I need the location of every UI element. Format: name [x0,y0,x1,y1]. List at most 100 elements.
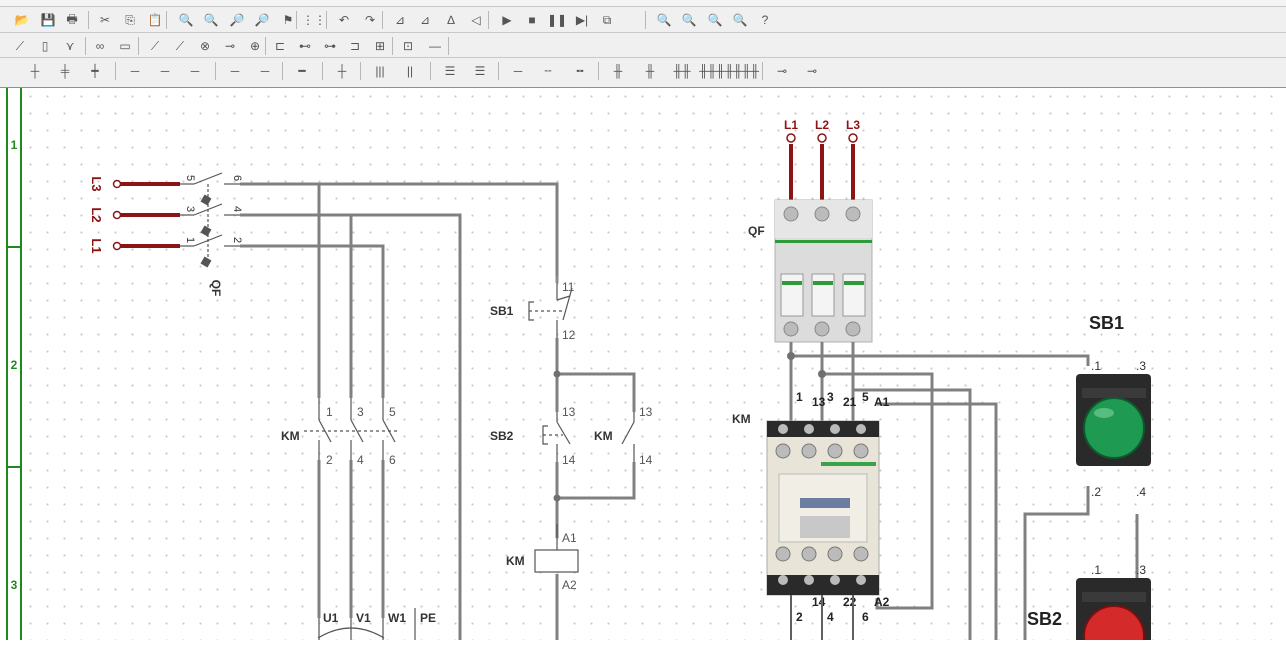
sb1-green-button[interactable] [1076,374,1151,466]
wire-cross-icon[interactable]: ┼ [25,61,45,81]
relay-icon[interactable]: ⊏ [270,36,290,56]
step-icon[interactable]: ▶| [572,10,592,30]
km-term-1: 1 [326,405,333,419]
find-next-icon[interactable]: 🔍 [201,10,221,30]
rotate-icon[interactable]: ◁ [466,10,486,30]
wire-h3-icon[interactable]: ─ [185,61,205,81]
wire-tee-icon[interactable]: ┿ [85,61,105,81]
block-icon[interactable]: ⊞ [370,36,390,56]
wire-h4-icon[interactable]: ─ [225,61,245,81]
schematic-canvas[interactable]: L3 L2 L1 5 3 1 6 4 2 QF KM 1 3 5 2 4 6 S… [22,88,1286,645]
sb2-term-1: .1 [1091,563,1101,577]
km-top-13: 13 [812,395,826,409]
sb1-term-2: .2 [1091,485,1101,499]
contact-icon[interactable]: ⟋ [10,36,30,56]
qf-phase-l1: L1 [89,238,104,253]
stop-icon[interactable]: ■ [522,10,542,30]
multi-contact-icon[interactable]: ╫╫ [672,61,692,81]
switch-icon[interactable]: ⟋ [145,36,165,56]
paste-icon[interactable]: 📋 [145,10,165,30]
wire-h5-icon[interactable]: ─ [255,61,275,81]
km-term-5: 5 [389,405,396,419]
line-icon[interactable]: ─ [508,61,528,81]
wire-h2-icon[interactable]: ─ [155,61,175,81]
component-search-icon[interactable]: ⚑ [278,10,298,30]
toolbar-separator [326,11,327,29]
undo-icon[interactable]: ↶ [334,10,354,30]
bus-branch-icon[interactable]: || [400,61,420,81]
bus-vertical-icon[interactable]: ||| [370,61,390,81]
help-icon[interactable]: ? [755,10,775,30]
lamp-icon[interactable]: ⊗ [195,36,215,56]
vert-contact2-icon[interactable]: ╫ [640,61,660,81]
qf-term-6: 6 [231,175,243,181]
motor-icon[interactable]: ⊕ [245,36,265,56]
print-icon[interactable]: 🖶 [62,10,82,30]
timer-icon[interactable]: ⊷ [295,36,315,56]
vert-contact-icon[interactable]: ╫ [608,61,628,81]
multi-contact4-icon[interactable]: ╫╫╫╫ [725,61,759,81]
wiring-phase-l3: L3 [846,118,860,132]
breaker-icon[interactable]: ⋎ [60,36,80,56]
pause-icon[interactable]: ❚❚ [547,10,567,30]
zoom-fit-icon[interactable]: 🔍 [705,10,725,30]
wiring-qf-label: QF [748,224,765,238]
km-top-1: 1 [796,390,803,404]
qf-term-1: 1 [184,237,196,243]
toolbar-separator [430,62,431,80]
wire-junction-icon[interactable]: ╪ [55,61,75,81]
km-power-label: KM [281,429,300,443]
km-bottom-14: 14 [812,595,826,609]
connector-icon[interactable]: ⊶ [320,36,340,56]
find-net-icon[interactable]: 🔎 [252,10,272,30]
grid-icon[interactable]: ⋮⋮ [302,10,326,30]
wire-icon[interactable]: — [425,36,445,56]
copy-icon[interactable]: ⎘ [120,10,140,30]
toolbar-separator [392,37,393,55]
ruler-row-1: 1 [10,138,18,152]
coil-term-a1: A1 [562,531,577,545]
km-term-3: 3 [357,405,364,419]
toolbar-separator [296,11,297,29]
coil-icon[interactable]: ▭ [115,36,135,56]
plug-icon[interactable]: ⊐ [345,36,365,56]
qf-term-4: 4 [231,206,243,212]
run-icon[interactable]: ▶ [497,10,517,30]
redo-icon[interactable]: ↷ [360,10,380,30]
window-icon[interactable]: ⧉ [597,10,617,30]
toolbar-separator [166,11,167,29]
bus-horizontal-icon[interactable]: ☰ [440,61,460,81]
find-icon[interactable]: 🔍 [176,10,196,30]
fuse-icon[interactable]: ▯ [35,36,55,56]
zoom-in-icon[interactable]: 🔍 [654,10,674,30]
wire-h-icon[interactable]: ─ [125,61,145,81]
transformer-icon[interactable]: ∞ [90,36,110,56]
toolbar-separator [138,37,139,55]
find-component-icon[interactable]: 🔎 [227,10,247,30]
flip-icon[interactable]: ∆ [441,10,461,30]
save-icon[interactable]: 💾 [38,10,58,30]
motor-term-u1: U1 [323,611,339,625]
switch-nc-icon[interactable]: ⟋ [170,36,190,56]
qf-label: QF [209,280,223,297]
sb2-red-button[interactable] [1076,578,1151,645]
line2-icon[interactable]: ╌ [538,61,558,81]
km-term-6: 6 [389,453,396,467]
zoom-area-icon[interactable]: 🔍 [730,10,750,30]
open-file-icon[interactable]: 📂 [12,10,32,30]
wire-node-icon[interactable]: ┼ [332,61,352,81]
multi-contact3-icon[interactable]: ╫╫╫ [699,61,725,81]
line3-icon[interactable]: ╍ [570,61,590,81]
meter-icon[interactable]: ⊡ [398,36,418,56]
wire-thick-icon[interactable]: ━ [292,61,312,81]
cut-icon[interactable]: ✂ [95,10,115,30]
bus-h2-icon[interactable]: ☰ [470,61,490,81]
probe2-icon[interactable]: ⊸ [802,61,822,81]
probe-icon[interactable]: ⊸ [772,61,792,81]
zoom-out-icon[interactable]: 🔍 [679,10,699,30]
terminal-icon[interactable]: ⊸ [220,36,240,56]
km-top-3: 3 [827,390,834,404]
toolbar-separator [88,11,89,29]
align-left-icon[interactable]: ⊿ [390,10,410,30]
align-right-icon[interactable]: ⊿ [415,10,435,30]
